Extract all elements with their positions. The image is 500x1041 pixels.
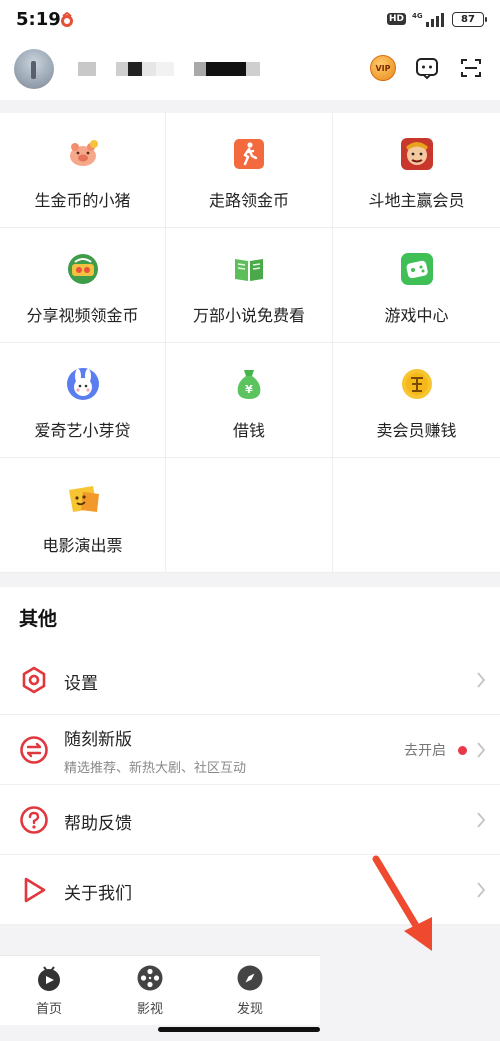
nav-discover[interactable]: 发现 [220, 964, 280, 1017]
game-center-icon [399, 251, 435, 287]
home-indicator [158, 1027, 320, 1032]
header-actions: VIP [370, 55, 484, 81]
service-label: 生金币的小猪 [34, 191, 131, 210]
scan-icon[interactable] [458, 55, 484, 81]
service-label: 卖会员赚钱 [376, 421, 457, 440]
settings-icon [22, 666, 46, 694]
row-label: 设置 [64, 674, 98, 694]
row-subtitle: 精选推荐、新热大剧、社区互动 [64, 761, 247, 776]
status-bar: 5:19 HD 4G 87 [0, 0, 500, 42]
service-label: 借钱 [232, 421, 265, 440]
service-label: 万部小说免费看 [192, 306, 305, 325]
earn-coin-icon [399, 366, 435, 402]
service-loan[interactable]: 爱奇艺小芽贷 [0, 343, 166, 458]
share-video-icon [65, 251, 101, 287]
rabbit-icon [65, 366, 101, 402]
chevron-right-icon [477, 742, 486, 758]
notification-app-icon [61, 12, 73, 27]
play-outline-icon [24, 877, 46, 903]
red-dot-badge [458, 746, 467, 755]
service-label: 电影演出票 [42, 536, 123, 555]
status-time: 5:19 [16, 9, 61, 30]
service-label: 游戏中心 [384, 306, 449, 325]
battery-indicator: 87 [452, 11, 487, 27]
piggy-icon [65, 136, 101, 172]
settings-row[interactable]: 设置 [0, 645, 500, 715]
message-icon[interactable] [414, 55, 440, 81]
avatar[interactable] [14, 49, 54, 89]
money-bag-icon: ¥ [231, 366, 267, 402]
service-sell-membership[interactable]: 卖会员赚钱 [333, 343, 500, 458]
service-label: 分享视频领金币 [26, 306, 139, 325]
nav-label: 首页 [35, 1002, 62, 1017]
service-movie-tickets[interactable]: 电影演出票 [0, 458, 166, 573]
chevron-right-icon [477, 672, 486, 688]
service-label: 走路领金币 [208, 191, 289, 210]
service-label: 爱奇艺小芽贷 [34, 421, 131, 440]
grid-empty-cell [166, 458, 333, 573]
compass-icon [237, 965, 263, 991]
grid-empty-cell [333, 458, 500, 573]
help-feedback-row[interactable]: 帮助反馈 [0, 785, 500, 855]
help-icon [20, 806, 48, 834]
bottom-nav: 首页 影视 发现 [0, 955, 320, 1025]
service-walking[interactable]: 走路领金币 [166, 113, 333, 228]
svg-text:¥: ¥ [245, 383, 253, 396]
landlord-game-icon [399, 136, 435, 172]
walking-icon [231, 136, 267, 172]
signal-icon: 4G [412, 12, 444, 27]
service-landlord-game[interactable]: 斗地主赢会员 [333, 113, 500, 228]
service-borrow[interactable]: ¥ 借钱 [166, 343, 333, 458]
nav-label: 发现 [236, 1002, 263, 1017]
new-version-row[interactable]: 随刻新版 精选推荐、新热大剧、社区互动 去开启 [0, 715, 500, 785]
ticket-icon [65, 481, 101, 517]
username-redacted [78, 62, 260, 76]
services-grid: 生金币的小猪 走路领金币 斗地主赢会员 分享视频领金币 万部小说免费看 游戏中心 [0, 113, 500, 573]
red-arrow-annotation [372, 855, 432, 951]
row-label: 关于我们 [64, 884, 132, 904]
profile-header: VIP [0, 42, 500, 100]
status-indicators: HD 4G 87 [386, 11, 487, 27]
swap-icon [20, 736, 48, 764]
network-label: 4G [412, 12, 423, 20]
nav-home[interactable]: 首页 [19, 964, 79, 1017]
vip-icon[interactable]: VIP [370, 55, 396, 81]
book-icon [231, 251, 267, 287]
row-label: 随刻新版 [64, 730, 132, 750]
service-share-video[interactable]: 分享视频领金币 [0, 228, 166, 343]
row-status: 去开启 [404, 743, 446, 759]
chevron-right-icon [477, 882, 486, 898]
hd-badge: HD [386, 13, 406, 25]
service-game-center[interactable]: 游戏中心 [333, 228, 500, 343]
section-title: 其他 [19, 608, 58, 630]
service-novels[interactable]: 万部小说免费看 [166, 228, 333, 343]
service-piggy[interactable]: 生金币的小猪 [0, 113, 166, 228]
service-label: 斗地主赢会员 [368, 191, 465, 210]
nav-label: 影视 [136, 1002, 163, 1017]
home-tv-icon [38, 966, 60, 991]
nav-film[interactable]: 影视 [120, 964, 180, 1017]
row-label: 帮助反馈 [64, 814, 132, 834]
other-section-header: 其他 [0, 587, 500, 645]
chevron-right-icon [477, 812, 486, 828]
film-reel-icon [137, 965, 163, 991]
